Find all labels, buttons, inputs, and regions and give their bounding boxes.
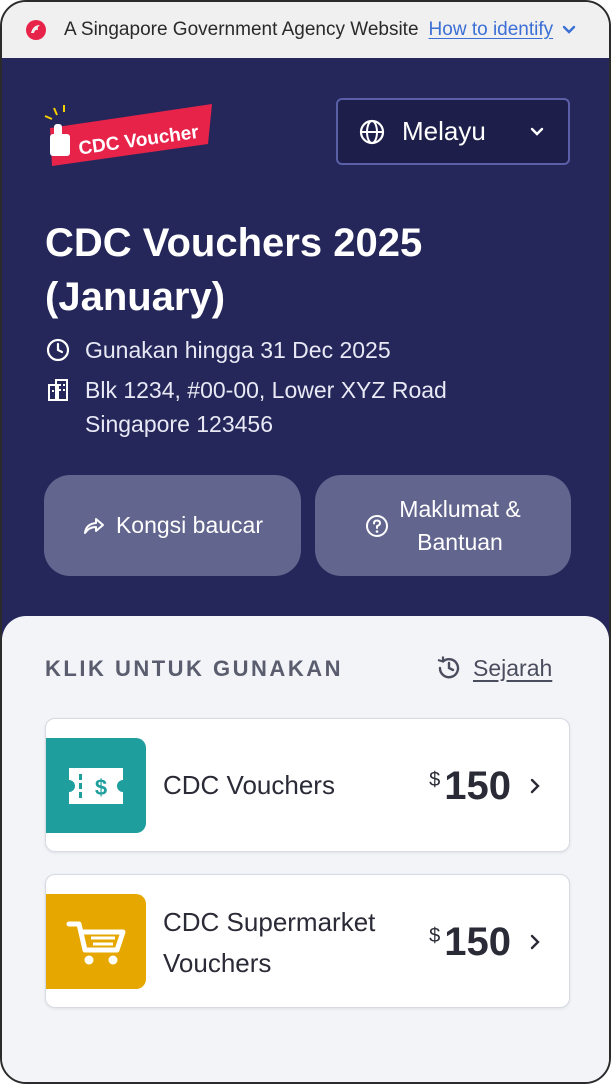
currency-symbol: $: [429, 769, 441, 791]
gov-banner: A Singapore Government Agency Website Ho…: [2, 2, 609, 58]
voucher-tile: [46, 894, 146, 989]
help-label-line-1: Maklumat &: [399, 495, 521, 522]
share-voucher-label: Kongsi baucar: [115, 512, 264, 538]
amount-value: 150: [444, 920, 511, 964]
globe-icon: [359, 119, 385, 144]
voucher-tile: $: [46, 738, 146, 833]
singapore-lion-icon: [26, 20, 46, 40]
how-to-identify-link[interactable]: How to identify: [429, 19, 554, 41]
address-line-2: Singapore 123456: [85, 411, 273, 437]
chevron-down-icon[interactable]: [561, 22, 577, 38]
chevron-down-icon: [530, 127, 544, 136]
clock-icon: [46, 338, 70, 362]
currency-symbol: $: [429, 925, 441, 947]
section-heading: KLIK UNTUK GUNAKAN: [45, 656, 343, 681]
cdc-vouchers-card[interactable]: $ CDC Vouchers $ 150: [45, 718, 570, 852]
ticket-dollar-icon: $: [69, 767, 123, 804]
amount-value: 150: [444, 764, 511, 808]
vouchers-section: KLIK UNTUK GUNAKAN Sejarah $ CDC Voucher…: [2, 616, 609, 1082]
help-circle-icon: [366, 514, 389, 537]
voucher-amount: $ 150: [429, 919, 511, 965]
app-frame: A Singapore Government Agency Website Ho…: [0, 0, 611, 1084]
history-link[interactable]: Sejarah: [435, 654, 552, 682]
shopping-cart-icon: [66, 921, 126, 964]
cdc-voucher-logo: CDC Voucher: [44, 104, 212, 166]
voucher-name: CDC Vouchers: [163, 770, 335, 800]
share-voucher-button[interactable]: Kongsi baucar: [44, 475, 301, 576]
help-label-line-2: Bantuan: [417, 528, 503, 555]
history-icon: [437, 656, 460, 679]
address-line-1: Blk 1234, #00-00, Lower XYZ Road: [85, 377, 447, 403]
address-row: Blk 1234, #00-00, Lower XYZ Road Singapo…: [45, 373, 447, 441]
gov-banner-text: A Singapore Government Agency Website: [64, 19, 419, 40]
expiry-row: Gunakan hingga 31 Dec 2025: [45, 333, 391, 367]
expiry-text: Gunakan hingga 31 Dec 2025: [85, 337, 391, 363]
info-help-button[interactable]: Maklumat & Bantuan: [315, 475, 571, 576]
hero-section: CDC Voucher Melayu CDC Vouchers 2025 (Ja…: [2, 58, 609, 638]
voucher-name-line-1: CDC Supermarket: [163, 907, 376, 937]
voucher-name-line-2: Vouchers: [163, 948, 272, 978]
building-icon: [48, 379, 68, 401]
history-label: Sejarah: [473, 654, 553, 681]
share-arrow-icon: [83, 517, 104, 534]
language-select[interactable]: Melayu: [336, 98, 570, 165]
svg-text:$: $: [95, 775, 107, 800]
chevron-right-icon: [530, 934, 540, 950]
chevron-right-icon: [530, 778, 540, 794]
language-label: Melayu: [402, 116, 486, 146]
cdc-supermarket-vouchers-card[interactable]: CDC Supermarket Vouchers $ 150: [45, 874, 570, 1008]
page-title: CDC Vouchers 2025 (January): [45, 221, 423, 319]
voucher-amount: $ 150: [429, 763, 511, 809]
